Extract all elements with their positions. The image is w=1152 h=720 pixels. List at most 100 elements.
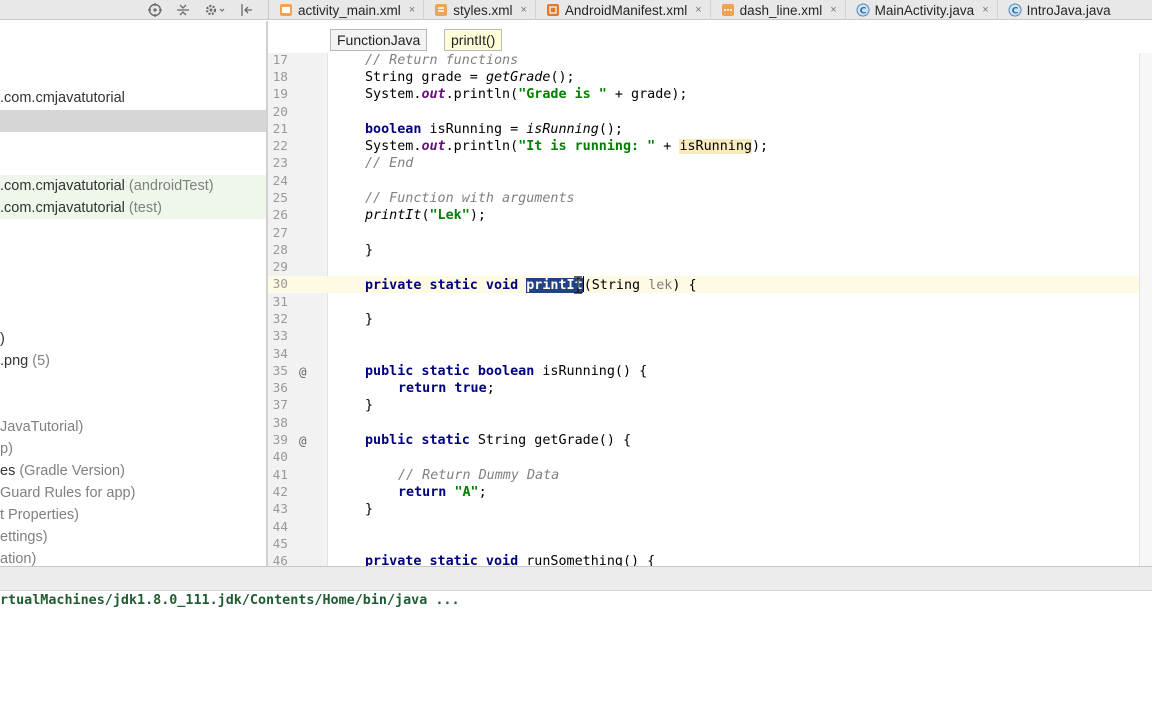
tree-item-png-files[interactable]: .png (5) bbox=[0, 350, 266, 372]
close-icon[interactable]: × bbox=[409, 4, 415, 16]
code-line-37[interactable]: 37} bbox=[268, 397, 1139, 414]
project-toolbar bbox=[146, 0, 256, 20]
close-icon[interactable]: × bbox=[520, 4, 526, 16]
close-icon[interactable]: × bbox=[695, 4, 701, 16]
collapse-all-icon[interactable] bbox=[174, 1, 192, 19]
tree-item-android-test-package[interactable]: .com.cmjavatutorial (androidTest) bbox=[0, 175, 266, 197]
line-number: 19 bbox=[272, 87, 288, 102]
xml-drawable-icon bbox=[721, 4, 734, 16]
project-tree-panel: .com.cmjavatutorial .com.cmjavatutorial … bbox=[0, 21, 266, 566]
line-number: 38 bbox=[272, 416, 288, 431]
tree-item-gradle-app[interactable]: p) bbox=[0, 438, 266, 460]
code-text: System.out.println("It is running: " + i… bbox=[365, 139, 769, 154]
tab-label: IntroJava.java bbox=[1026, 2, 1111, 18]
code-text: return "A"; bbox=[398, 485, 487, 500]
tree-item-proguard-rules[interactable]: Guard Rules for app) bbox=[0, 482, 266, 504]
tree-item-test-package[interactable]: .com.cmjavatutorial (test) bbox=[0, 197, 266, 219]
tab-main-activity[interactable]: C MainActivity.java × bbox=[846, 0, 998, 20]
code-line-27[interactable]: 27 bbox=[268, 225, 1139, 242]
tree-item-main-package[interactable]: .com.cmjavatutorial bbox=[0, 87, 266, 109]
line-number: 22 bbox=[272, 139, 288, 154]
tab-android-manifest[interactable]: AndroidManifest.xml × bbox=[536, 0, 711, 20]
tab-label: styles.xml bbox=[453, 2, 513, 18]
code-editor[interactable]: 17 // Return functions 18 String grade = g… bbox=[268, 21, 1152, 566]
line-number: 37 bbox=[272, 398, 288, 413]
tree-item-local-properties[interactable]: ation) bbox=[0, 548, 266, 566]
code-line-35[interactable]: 35 @ public static boolean isRunning() { bbox=[268, 363, 1139, 380]
tree-item-sub: JavaTutorial) bbox=[0, 419, 84, 435]
tree-item-sub: (5) bbox=[28, 353, 50, 369]
code-line-25[interactable]: 25 // Function with arguments bbox=[268, 190, 1139, 207]
tab-intro-java[interactable]: C IntroJava.java bbox=[998, 0, 1119, 20]
code-line-22[interactable]: 22 System.out.println("It is running: " +… bbox=[268, 138, 1139, 155]
tree-item-label: es bbox=[0, 463, 16, 479]
code-line-26[interactable]: 26 printIt("Lek"); bbox=[268, 207, 1139, 224]
code-line-44[interactable]: 44 bbox=[268, 519, 1139, 536]
code-line-41[interactable]: 41 // Return Dummy Data bbox=[268, 467, 1139, 484]
close-icon[interactable]: × bbox=[830, 4, 836, 16]
code-line-46[interactable]: 46 private static void runSomething() { bbox=[268, 553, 1139, 566]
line-number: 17 bbox=[272, 53, 288, 68]
code-text: private static void runSomething() { bbox=[365, 554, 656, 566]
tree-item-label: .png bbox=[0, 353, 29, 369]
line-number: 24 bbox=[272, 174, 288, 189]
code-line-17[interactable]: 17 // Return functions bbox=[268, 52, 1139, 69]
code-line-43[interactable]: 43} bbox=[268, 501, 1139, 518]
breadcrumb-method[interactable]: printIt() bbox=[444, 29, 503, 51]
code-line-45[interactable]: 45 bbox=[268, 536, 1139, 553]
code-line-31[interactable]: 31 bbox=[268, 294, 1139, 311]
tree-item-gradle-project[interactable]: JavaTutorial) bbox=[0, 416, 266, 438]
scroll-from-source-icon[interactable] bbox=[146, 1, 164, 19]
tab-activity-main[interactable]: activity_main.xml × bbox=[269, 0, 425, 20]
code-line-20[interactable]: 20 bbox=[268, 104, 1139, 121]
text-cursor-icon bbox=[574, 276, 582, 294]
editor-tab-bar: activity_main.xml × styles.xml × Android… bbox=[0, 0, 1152, 20]
tab-styles[interactable]: styles.xml × bbox=[424, 0, 536, 20]
code-line-39[interactable]: 39 @ public static String getGrade() { bbox=[268, 432, 1139, 449]
manifest-icon bbox=[546, 4, 559, 16]
line-number: 25 bbox=[272, 191, 288, 206]
code-line-38[interactable]: 38 bbox=[268, 415, 1139, 432]
editor-scrollbar[interactable] bbox=[1139, 53, 1152, 566]
override-marker-icon[interactable]: @ bbox=[299, 363, 307, 380]
override-marker-icon[interactable]: @ bbox=[299, 432, 307, 449]
line-number: 18 bbox=[272, 70, 288, 85]
line-number: 35 bbox=[272, 364, 288, 379]
tree-item-res-folder[interactable]: ) bbox=[0, 328, 266, 350]
code-text: boolean isRunning = isRunning(); bbox=[365, 122, 623, 137]
svg-text:C: C bbox=[1011, 7, 1018, 17]
code-area[interactable]: 17 // Return functions 18 String grade = g… bbox=[268, 21, 1139, 566]
tree-item-sub: ation) bbox=[0, 551, 37, 566]
line-number: 31 bbox=[272, 295, 288, 310]
code-line-34[interactable]: 34 bbox=[268, 346, 1139, 363]
code-line-19[interactable]: 19 System.out.println("Grade is " + grade… bbox=[268, 86, 1139, 103]
run-console[interactable]: rtualMachines/jdk1.8.0_111.jdk/Contents/… bbox=[0, 591, 1152, 720]
run-panel-header bbox=[0, 566, 1152, 591]
tree-item-gradle-wrapper[interactable]: es (Gradle Version) bbox=[0, 460, 266, 482]
tree-item-selected[interactable] bbox=[0, 110, 266, 132]
code-line-30[interactable]: 30 private static void printIt(String lek… bbox=[268, 276, 1139, 294]
code-line-32[interactable]: 32} bbox=[268, 311, 1139, 328]
code-line-23[interactable]: 23 // End bbox=[268, 155, 1139, 172]
code-line-33[interactable]: 33 bbox=[268, 328, 1139, 345]
code-line-21[interactable]: 21 boolean isRunning = isRunning(); bbox=[268, 121, 1139, 138]
close-icon[interactable]: × bbox=[982, 4, 988, 16]
line-number: 41 bbox=[272, 468, 288, 483]
breadcrumb-class[interactable]: FunctionJava bbox=[330, 29, 428, 51]
hide-panel-icon[interactable] bbox=[238, 1, 256, 19]
code-line-42[interactable]: 42 return "A"; bbox=[268, 484, 1139, 501]
line-number: 23 bbox=[272, 156, 288, 171]
code-line-40[interactable]: 40 bbox=[268, 449, 1139, 466]
tree-item-project-properties[interactable]: t Properties) bbox=[0, 504, 266, 526]
line-number: 40 bbox=[272, 450, 288, 465]
line-number: 21 bbox=[272, 122, 288, 137]
code-line-18[interactable]: 18 String grade = getGrade(); bbox=[268, 69, 1139, 86]
tab-dash-line[interactable]: dash_line.xml × bbox=[711, 0, 846, 20]
code-line-24[interactable]: 24 bbox=[268, 173, 1139, 190]
code-line-29[interactable]: 29 bbox=[268, 259, 1139, 276]
tree-item-settings[interactable]: ettings) bbox=[0, 526, 266, 548]
gear-icon[interactable] bbox=[202, 1, 228, 19]
code-line-28[interactable]: 28} bbox=[268, 242, 1139, 259]
xml-layout-icon bbox=[280, 4, 292, 16]
code-line-36[interactable]: 36 return true; bbox=[268, 380, 1139, 397]
